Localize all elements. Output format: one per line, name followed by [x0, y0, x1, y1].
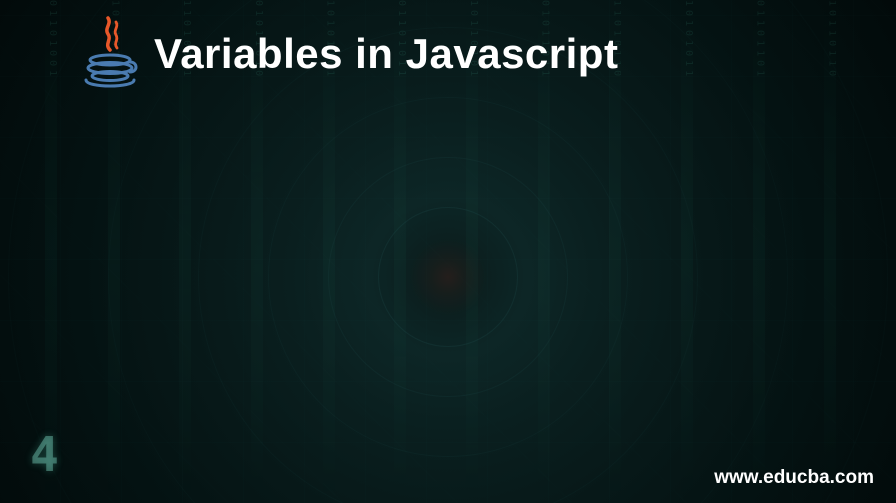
header: Variables in Javascript [80, 14, 618, 94]
decorative-glyph: 4 [30, 427, 59, 483]
java-logo-icon [80, 14, 140, 94]
website-url: www.educba.com [714, 467, 874, 489]
page-title: Variables in Javascript [154, 30, 618, 78]
hero-banner: 01101001 10110100 11010011 01011010 1010… [0, 0, 896, 503]
